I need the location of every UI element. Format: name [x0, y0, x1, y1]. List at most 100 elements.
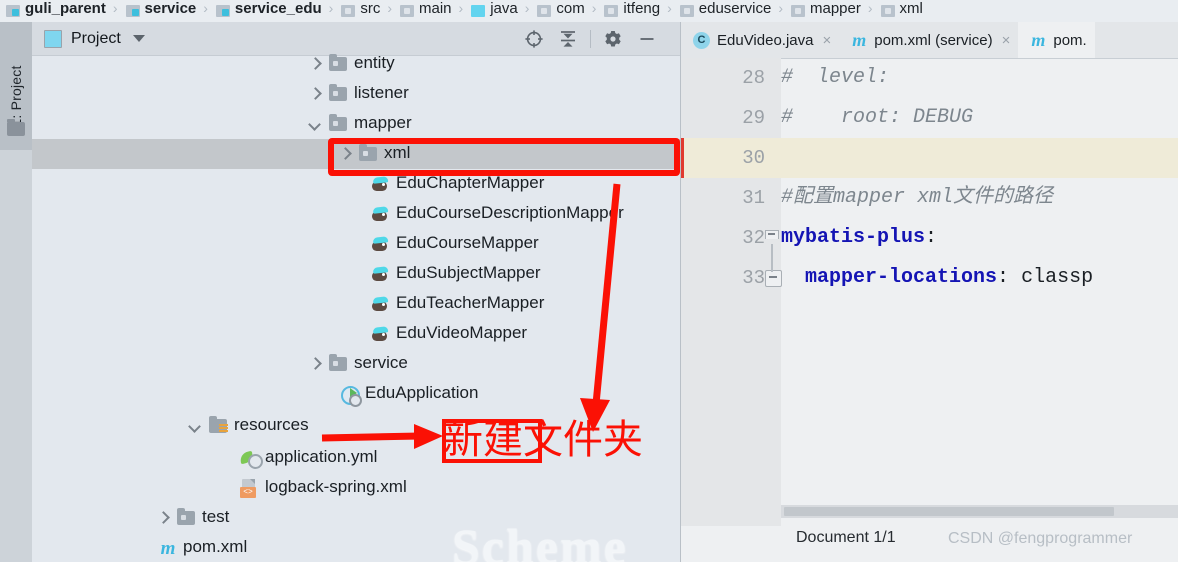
- java-interface-icon: [370, 205, 390, 223]
- breadcrumb-item-guli_parent[interactable]: guli_parent: [6, 0, 106, 20]
- tree-row-label: service: [354, 353, 408, 372]
- fold-toggle-icon[interactable]: [765, 230, 779, 243]
- minimize-icon[interactable]: [630, 26, 664, 52]
- tree-row-xml[interactable]: xml: [32, 139, 680, 169]
- chevron-down-icon[interactable]: [132, 35, 145, 42]
- folder-icon: [341, 5, 356, 17]
- tree-row-label: mapper: [354, 113, 412, 132]
- chevron-down-icon[interactable]: [310, 119, 321, 130]
- locate-icon[interactable]: [517, 26, 551, 52]
- package-icon: [791, 5, 805, 17]
- maven-icon: m: [852, 30, 867, 50]
- line-number: 31: [742, 187, 765, 209]
- editor-tab-bar: C EduVideo.java × m pom.xml (service) × …: [681, 22, 1178, 59]
- tree-row-eduteachermapper[interactable]: EduTeacherMapper: [32, 289, 680, 319]
- tree-row-logback-spring-xml[interactable]: <> logback-spring.xml: [32, 473, 680, 503]
- background-watermark-scheme: Scheme: [452, 518, 628, 562]
- tree-row-label: entity: [354, 53, 395, 72]
- breadcrumb-item-service[interactable]: service: [125, 0, 197, 20]
- tree-row-label: EduChapterMapper: [396, 173, 545, 192]
- tool-window-tab-project[interactable]: 1: Project: [0, 22, 32, 150]
- tree-row-edusubjectmapper[interactable]: EduSubjectMapper: [32, 259, 680, 289]
- vcs-change-marker: [681, 138, 684, 178]
- project-icon: [44, 29, 62, 48]
- package-icon: [679, 5, 694, 17]
- line-number: 28: [742, 67, 765, 89]
- editor-tab-label: EduVideo.java: [717, 31, 814, 49]
- tree-row-educhaptermapper[interactable]: EduChapterMapper: [32, 169, 680, 199]
- tree-row-eduvideomapper[interactable]: EduVideoMapper: [32, 319, 680, 349]
- tree-row-entity[interactable]: entity: [32, 49, 680, 79]
- tree-row-educoursemapper[interactable]: EduCourseMapper: [32, 229, 680, 259]
- breadcrumb-label: service: [144, 0, 197, 17]
- chevron-right-icon[interactable]: [340, 149, 351, 160]
- yaml-colon: :: [925, 226, 938, 249]
- chevron-down-icon[interactable]: [190, 421, 201, 432]
- editor-tab-eduvideo-java[interactable]: C EduVideo.java ×: [681, 22, 839, 58]
- breadcrumb-separator: ›: [328, 0, 334, 16]
- editor-tab-pom[interactable]: m pom.: [1018, 22, 1095, 58]
- tree-row-label: pom.xml: [183, 537, 248, 556]
- close-icon[interactable]: ×: [1002, 32, 1011, 49]
- yml-spring-icon: [238, 450, 263, 469]
- project-tool-window: Project entity listener mapper xml EduCh…: [32, 22, 681, 562]
- fold-region-line: [771, 244, 773, 272]
- module-icon: [215, 5, 230, 17]
- editor-horizontal-scrollbar[interactable]: [781, 505, 1178, 518]
- breadcrumb-item-mapper[interactable]: mapper: [791, 0, 861, 20]
- yaml-value: classp: [1009, 266, 1094, 289]
- gear-icon[interactable]: [596, 26, 630, 52]
- breadcrumb[interactable]: guli_parent › service › service_edu › sr…: [0, 0, 1178, 23]
- editor-tab-pom-xml-service[interactable]: m pom.xml (service) ×: [839, 22, 1018, 58]
- project-tree[interactable]: entity listener mapper xml EduChapterMap…: [32, 53, 680, 562]
- breadcrumb-item-src[interactable]: src: [341, 0, 380, 20]
- folder-icon: [329, 113, 347, 131]
- yaml-key: mybatis-plus: [781, 226, 926, 249]
- tree-row-eduapplication[interactable]: EduApplication: [32, 379, 680, 409]
- fold-toggle-icon[interactable]: [765, 270, 782, 287]
- breadcrumb-item-main[interactable]: main: [400, 0, 452, 20]
- breadcrumb-item-java[interactable]: java: [471, 0, 518, 20]
- breadcrumb-item-com[interactable]: com: [537, 0, 585, 20]
- package-icon: [604, 5, 619, 17]
- code-line-33: mapper-locations: classp: [781, 258, 1178, 298]
- close-icon[interactable]: ×: [822, 32, 831, 49]
- editor-tab-label: pom.xml (service): [874, 31, 993, 49]
- editor-gutter[interactable]: 28 29 30 31 32 33: [681, 58, 782, 526]
- tree-row-listener[interactable]: listener: [32, 79, 680, 109]
- tree-row-label: EduTeacherMapper: [396, 293, 545, 312]
- tree-row-resources[interactable]: resources: [32, 411, 680, 441]
- project-panel-actions: [517, 26, 680, 52]
- tree-row-educoursedescriptionmapper[interactable]: EduCourseDescriptionMapper: [32, 199, 680, 229]
- yaml-key: mapper-locations: [781, 266, 998, 289]
- breadcrumb-separator: ›: [867, 0, 873, 16]
- breadcrumb-label: guli_parent: [25, 0, 106, 17]
- code-line-31: #配置mapper xml文件的路径: [781, 186, 1054, 209]
- breadcrumb-item-eduservice[interactable]: eduservice: [679, 0, 772, 20]
- breadcrumb-item-service_edu[interactable]: service_edu: [215, 0, 322, 20]
- breadcrumb-item-xml[interactable]: xml: [880, 0, 923, 20]
- breadcrumb-item-itfeng[interactable]: itfeng: [604, 0, 660, 20]
- breadcrumb-label: java: [490, 0, 518, 17]
- breadcrumb-separator: ›: [524, 0, 530, 16]
- java-interface-icon: [370, 325, 390, 343]
- toolbar-divider: [590, 29, 591, 48]
- collapse-all-icon[interactable]: [551, 26, 585, 52]
- breadcrumb-separator: ›: [112, 0, 118, 16]
- status-bar: Document 1/1 CSDN @fengprogrammer: [681, 518, 1178, 562]
- tree-row-service[interactable]: service: [32, 349, 680, 379]
- tree-row-mapper[interactable]: mapper: [32, 109, 680, 139]
- tree-row-label: resources: [234, 415, 309, 434]
- breadcrumb-label: eduservice: [698, 0, 772, 17]
- chevron-right-icon[interactable]: [158, 513, 169, 524]
- project-panel-title: Project: [71, 29, 121, 47]
- code-line-29: # root: DEBUG: [781, 106, 974, 129]
- tree-row-application-yml[interactable]: application.yml: [32, 443, 680, 473]
- tree-row-label: test: [202, 507, 230, 526]
- chevron-right-icon[interactable]: [310, 89, 321, 100]
- chevron-right-icon[interactable]: [310, 59, 321, 70]
- chevron-right-icon[interactable]: [310, 359, 321, 370]
- folder-icon: [329, 353, 347, 371]
- editor-code-area[interactable]: # level: # root: DEBUG #配置mapper xml文件的路…: [781, 58, 1178, 526]
- code-line-32: mybatis-plus:: [781, 218, 1178, 258]
